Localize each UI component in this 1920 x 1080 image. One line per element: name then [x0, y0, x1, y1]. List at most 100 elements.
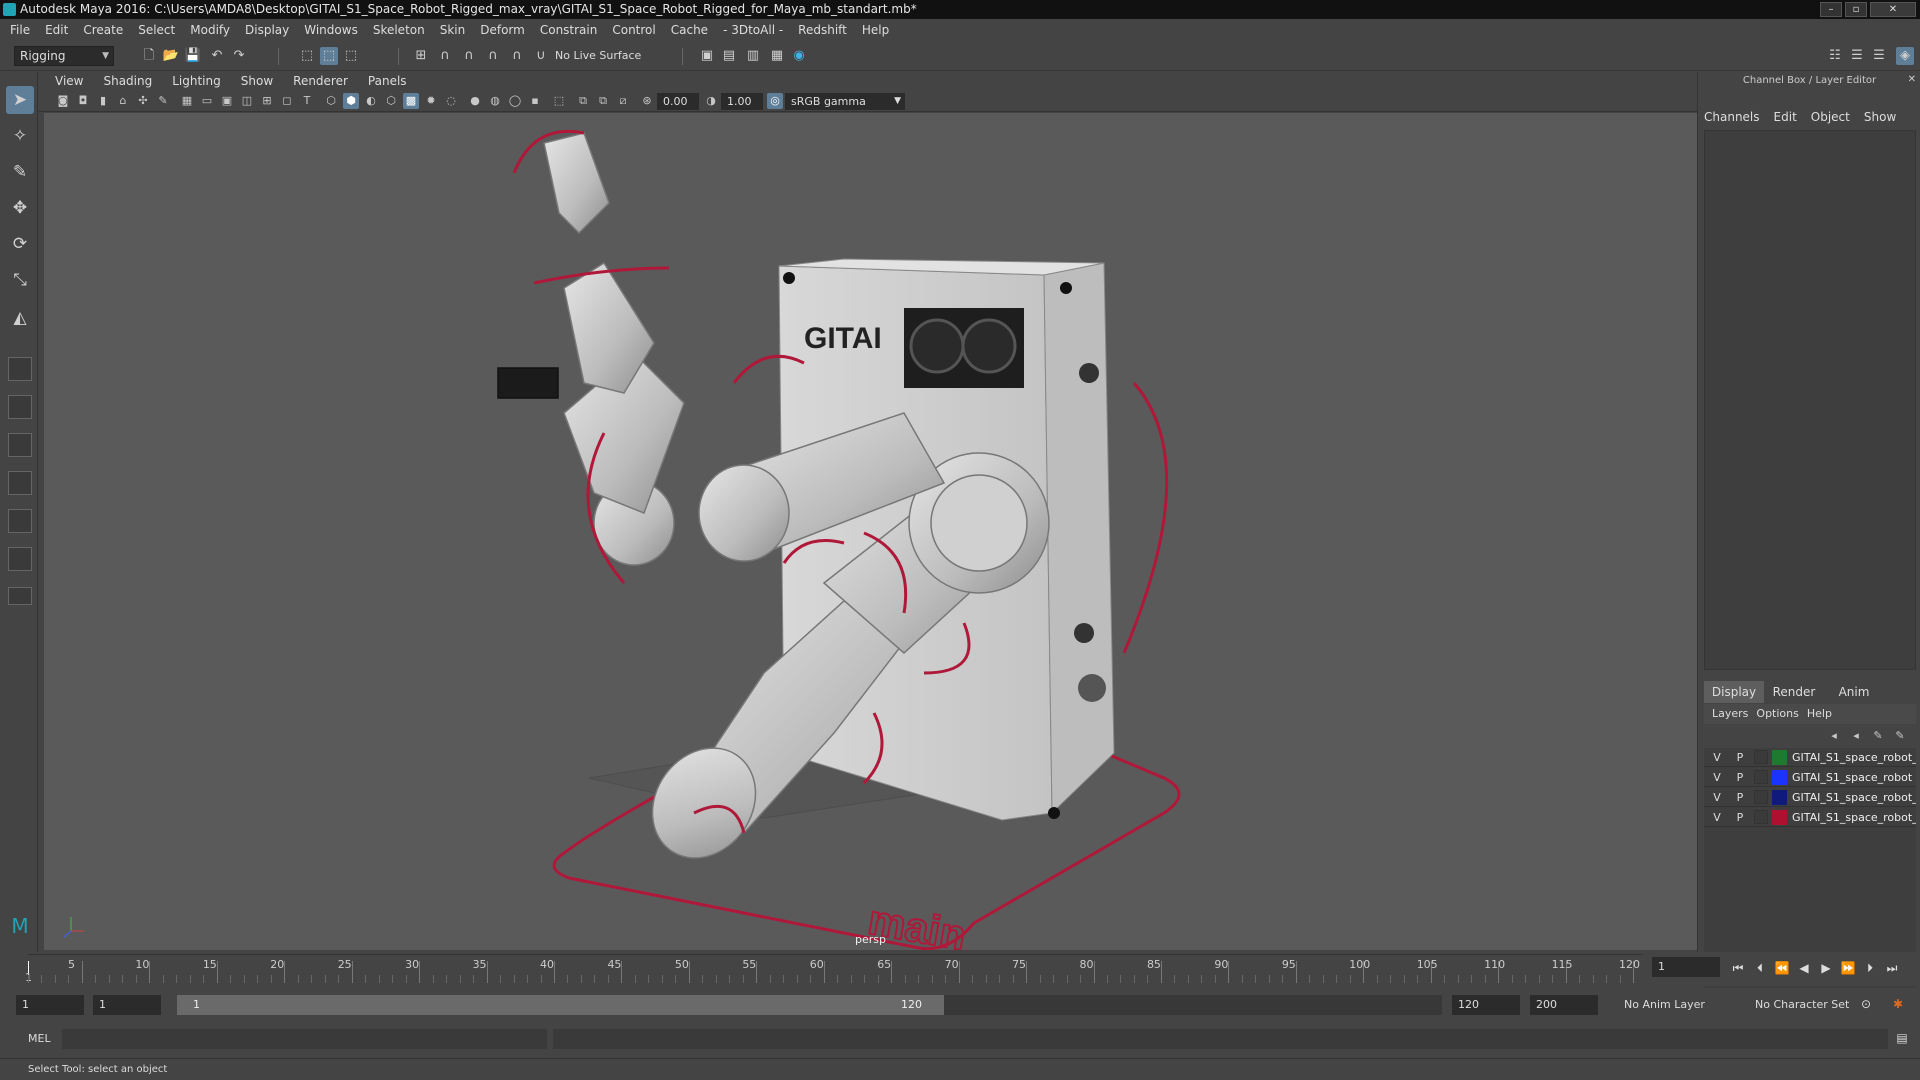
- xray-joints-icon[interactable]: ⧉: [595, 93, 611, 109]
- layer-playback-toggle[interactable]: P: [1731, 748, 1749, 767]
- panel-close-icon[interactable]: ✕: [1908, 74, 1916, 85]
- depth-of-field-icon[interactable]: ▪: [527, 93, 543, 109]
- menu-select[interactable]: Select: [138, 23, 175, 37]
- command-input[interactable]: [62, 1029, 547, 1049]
- layer-row[interactable]: V P GITAI_S1_space_robot: [1704, 768, 1916, 787]
- single-perspective-layout-icon[interactable]: [8, 357, 32, 381]
- time-ruler[interactable]: 1 51015202530354045505560657075808590951…: [25, 954, 1643, 984]
- save-scene-icon[interactable]: 💾: [184, 47, 202, 65]
- camera-select-icon[interactable]: ◙: [55, 93, 71, 109]
- textured-icon[interactable]: ▩: [403, 93, 419, 109]
- redshift-icon[interactable]: ◉: [790, 47, 808, 65]
- layer-row[interactable]: V P GITAI_S1_space_robot_: [1704, 808, 1916, 827]
- playback-end-field[interactable]: 120: [1452, 995, 1520, 1015]
- minimize-button[interactable]: –: [1820, 2, 1842, 17]
- step-back-frame-icon[interactable]: ⏴: [1752, 960, 1768, 976]
- undo-icon[interactable]: ↶: [208, 47, 226, 65]
- layer-color-swatch[interactable]: [1772, 770, 1787, 785]
- go-to-start-icon[interactable]: ⏮: [1730, 960, 1746, 976]
- snap-curve-icon[interactable]: ∩: [436, 47, 454, 65]
- cb-menu-show[interactable]: Show: [1864, 110, 1896, 128]
- layer-type-toggle[interactable]: [1754, 790, 1768, 804]
- film-gate-icon[interactable]: ▭: [199, 93, 215, 109]
- rotate-tool-icon[interactable]: ⟳: [6, 230, 34, 258]
- grid-toggle-icon[interactable]: ▦: [179, 93, 195, 109]
- layer-type-toggle[interactable]: [1754, 810, 1768, 824]
- play-forward-icon[interactable]: ▶: [1818, 960, 1834, 976]
- motion-blur-icon[interactable]: ◍: [487, 93, 503, 109]
- select-object-icon[interactable]: ⬚: [320, 47, 338, 65]
- move-layer-down-icon[interactable]: ◂: [1848, 728, 1864, 744]
- maximize-button[interactable]: ▫: [1845, 2, 1867, 17]
- vp-menu-show[interactable]: Show: [241, 74, 273, 88]
- auto-key-icon[interactable]: ⊙: [1858, 996, 1874, 1012]
- image-plane-icon[interactable]: ⌂: [115, 93, 131, 109]
- new-layer-selected-icon[interactable]: ✎: [1892, 728, 1908, 744]
- move-layer-up-icon[interactable]: ◂: [1826, 728, 1842, 744]
- view-transform-dropdown[interactable]: sRGB gamma ▼: [785, 93, 905, 110]
- default-material-icon[interactable]: ◐: [363, 93, 379, 109]
- new-layer-icon[interactable]: ✎: [1870, 728, 1886, 744]
- four-view-layout-icon[interactable]: [8, 395, 32, 419]
- menu-skeleton[interactable]: Skeleton: [373, 23, 425, 37]
- cb-menu-object[interactable]: Object: [1811, 110, 1850, 128]
- layout-expand-icon[interactable]: [8, 587, 32, 605]
- menu-create[interactable]: Create: [83, 23, 123, 37]
- animation-prefs-icon[interactable]: ✱: [1890, 996, 1906, 1012]
- layer-playback-toggle[interactable]: P: [1731, 808, 1749, 827]
- menu-windows[interactable]: Windows: [304, 23, 358, 37]
- redo-icon[interactable]: ↷: [230, 47, 248, 65]
- vp-menu-renderer[interactable]: Renderer: [293, 74, 348, 88]
- go-to-end-icon[interactable]: ⏭: [1884, 960, 1900, 976]
- layer-row[interactable]: V P GITAI_S1_space_robot_: [1704, 788, 1916, 807]
- modeling-toolkit-icon[interactable]: ☷: [1826, 47, 1844, 65]
- snap-grid-icon[interactable]: ⊞: [412, 47, 430, 65]
- vp-menu-shading[interactable]: Shading: [103, 74, 152, 88]
- layer-type-toggle[interactable]: [1754, 750, 1768, 764]
- scene-start-field[interactable]: 1: [16, 995, 84, 1015]
- field-chart-icon[interactable]: ⊞: [259, 93, 275, 109]
- layer-playback-toggle[interactable]: P: [1731, 768, 1749, 787]
- scene-end-field[interactable]: 200: [1530, 995, 1598, 1015]
- wireframe-on-shaded-icon[interactable]: ⬡: [383, 93, 399, 109]
- persp-outliner-layout-icon[interactable]: [8, 433, 32, 457]
- hypershade-layout-icon[interactable]: [8, 509, 32, 533]
- hypershade-icon[interactable]: ▦: [768, 47, 786, 65]
- color-management-icon[interactable]: ◎: [767, 93, 783, 109]
- lasso-tool-icon[interactable]: ✧: [6, 122, 34, 150]
- render-frame-icon[interactable]: ▣: [698, 47, 716, 65]
- layer-color-swatch[interactable]: [1772, 790, 1787, 805]
- resolution-gate-icon[interactable]: ▣: [219, 93, 235, 109]
- bookmark-icon[interactable]: ▮: [95, 93, 111, 109]
- menu-file[interactable]: File: [10, 23, 30, 37]
- vp-menu-lighting[interactable]: Lighting: [172, 74, 221, 88]
- exposure-icon[interactable]: ⊛: [639, 93, 655, 109]
- snap-surface-icon[interactable]: ∩: [508, 47, 526, 65]
- layer-visibility-toggle[interactable]: V: [1708, 788, 1726, 807]
- isolate-select-icon[interactable]: ⬚: [551, 93, 567, 109]
- anti-aliasing-icon[interactable]: ◯: [507, 93, 523, 109]
- step-forward-frame-icon[interactable]: ⏵: [1862, 960, 1878, 976]
- current-frame-field[interactable]: 1: [1652, 957, 1720, 977]
- safe-action-icon[interactable]: ◻: [279, 93, 295, 109]
- open-scene-icon[interactable]: 📂: [162, 47, 180, 65]
- perspective-viewport[interactable]: main GITAI persp: [44, 113, 1697, 950]
- render-settings-icon[interactable]: ▥: [744, 47, 762, 65]
- use-all-lights-icon[interactable]: ✹: [423, 93, 439, 109]
- anim-layer-dropdown[interactable]: No Anim Layer: [1624, 998, 1705, 1011]
- show-manipulator-icon[interactable]: ◭: [6, 304, 34, 332]
- script-editor-icon[interactable]: ▤: [1894, 1030, 1910, 1046]
- menu-redshift[interactable]: Redshift: [798, 23, 847, 37]
- cb-menu-channels[interactable]: Channels: [1704, 110, 1760, 128]
- cb-menu-edit[interactable]: Edit: [1774, 110, 1797, 128]
- xray-components-icon[interactable]: ⧄: [615, 93, 631, 109]
- menu-3dtoall[interactable]: - 3DtoAll -: [723, 23, 783, 37]
- character-set-dropdown[interactable]: No Character Set: [1755, 998, 1849, 1011]
- vp-menu-view[interactable]: View: [55, 74, 83, 88]
- move-tool-icon[interactable]: ✥: [6, 194, 34, 222]
- persp-graph-layout-icon[interactable]: [8, 471, 32, 495]
- paint-select-icon[interactable]: ✎: [6, 158, 34, 186]
- menu-help[interactable]: Help: [862, 23, 889, 37]
- exposure-field[interactable]: 0.00: [657, 93, 699, 110]
- select-component-icon[interactable]: ⬚: [342, 47, 360, 65]
